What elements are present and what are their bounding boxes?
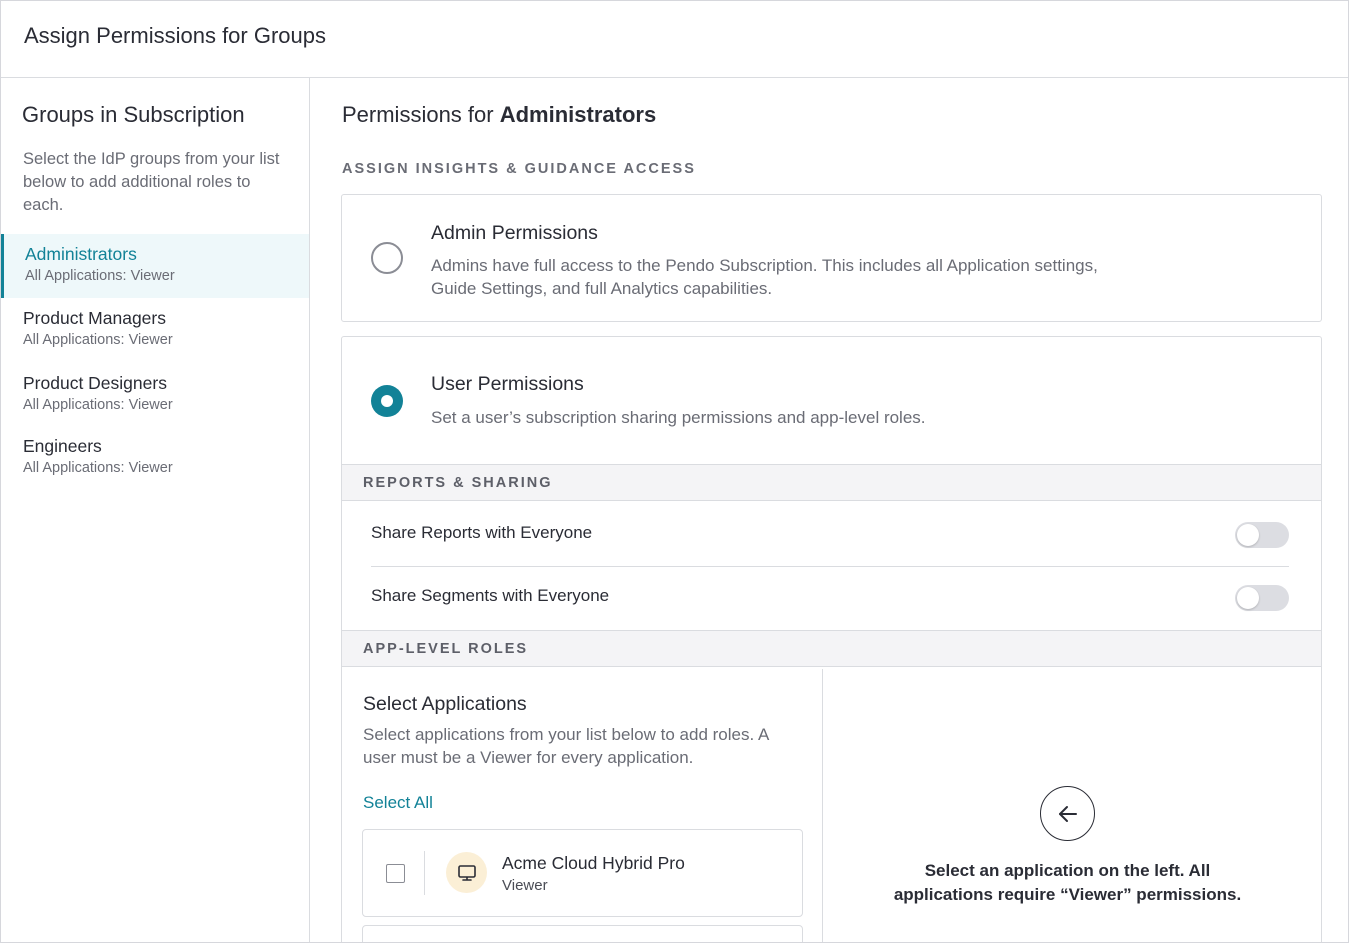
share-reports-toggle[interactable] <box>1235 522 1289 548</box>
group-roles: All Applications: Viewer <box>23 332 173 348</box>
group-item-administrators[interactable]: Administrators All Applications: Viewer <box>1 234 309 298</box>
group-item-product-managers[interactable]: Product Managers All Applications: Viewe… <box>1 298 309 362</box>
share-reports-label: Share Reports with Everyone <box>371 523 593 542</box>
admin-permissions-description: Admins have full access to the Pendo Sub… <box>431 256 1098 298</box>
sidebar-title: Groups in Subscription <box>22 102 245 127</box>
reports-sharing-header: REPORTS & SHARING <box>342 464 1321 501</box>
user-permissions-card: User Permissions Set a user’s subscripti… <box>341 336 1322 942</box>
permissions-title-group: Administrators <box>499 102 657 127</box>
page-header: Assign Permissions for Groups <box>1 1 1348 78</box>
monitor-icon <box>446 852 487 893</box>
select-all-link[interactable]: Select All <box>363 793 433 813</box>
page-title: Assign Permissions for Groups <box>24 23 326 48</box>
share-segments-toggle[interactable] <box>1235 585 1289 611</box>
application-roles-pane: Select an application on the left. All a… <box>824 669 1321 942</box>
group-roles: All Applications: Viewer <box>23 397 173 413</box>
user-permissions-description: Set a user’s subscription sharing permis… <box>431 408 926 427</box>
group-item-product-designers[interactable]: Product Designers All Applications: View… <box>1 363 309 427</box>
select-applications-pane: Select Applications Select applications … <box>342 669 823 942</box>
group-roles: All Applications: Viewer <box>25 268 175 284</box>
groups-sidebar: Groups in Subscription Select the IdP gr… <box>1 78 310 942</box>
app-role: Viewer <box>502 877 548 894</box>
select-applications-title: Select Applications <box>363 693 527 715</box>
user-permissions-radio[interactable] <box>371 385 403 417</box>
app-level-roles-header: APP-LEVEL ROLES <box>342 630 1321 667</box>
permissions-title: Permissions for Administrators <box>342 102 656 128</box>
app-item[interactable] <box>362 925 803 942</box>
empty-selection-message: Select an application on the left. All a… <box>893 861 1242 904</box>
group-name: Product Designers <box>23 373 167 393</box>
share-segments-row: Share Segments with Everyone <box>371 566 1289 630</box>
group-item-engineers[interactable]: Engineers All Applications: Viewer <box>1 426 309 490</box>
permissions-title-prefix: Permissions for <box>342 102 494 127</box>
admin-permissions-title: Admin Permissions <box>431 222 598 244</box>
group-name: Administrators <box>25 244 137 264</box>
user-permissions-title: User Permissions <box>431 373 584 395</box>
permissions-window: Assign Permissions for Groups Groups in … <box>0 0 1349 943</box>
share-segments-label: Share Segments with Everyone <box>371 586 610 605</box>
permissions-panel: Permissions for Administrators ASSIGN IN… <box>311 78 1348 942</box>
sidebar-description: Select the IdP groups from your list bel… <box>23 150 280 214</box>
arrow-left-icon <box>1040 786 1095 841</box>
admin-permissions-card[interactable]: Admin Permissions Admins have full acces… <box>341 194 1322 322</box>
group-name: Product Managers <box>23 308 166 328</box>
app-checkbox[interactable] <box>386 864 405 883</box>
divider <box>424 851 425 895</box>
select-applications-description: Select applications from your list below… <box>363 725 769 767</box>
group-name: Engineers <box>23 436 102 456</box>
share-reports-row: Share Reports with Everyone <box>371 503 1289 567</box>
app-item-acme-cloud-hybrid-pro[interactable]: Acme Cloud Hybrid Pro Viewer <box>362 829 803 917</box>
admin-permissions-radio[interactable] <box>371 242 403 274</box>
group-roles: All Applications: Viewer <box>23 460 173 476</box>
access-section-label: ASSIGN INSIGHTS & GUIDANCE ACCESS <box>342 161 696 177</box>
app-level-roles-label: APP-LEVEL ROLES <box>363 641 529 657</box>
app-name: Acme Cloud Hybrid Pro <box>502 853 685 873</box>
reports-sharing-label: REPORTS & SHARING <box>363 475 553 491</box>
